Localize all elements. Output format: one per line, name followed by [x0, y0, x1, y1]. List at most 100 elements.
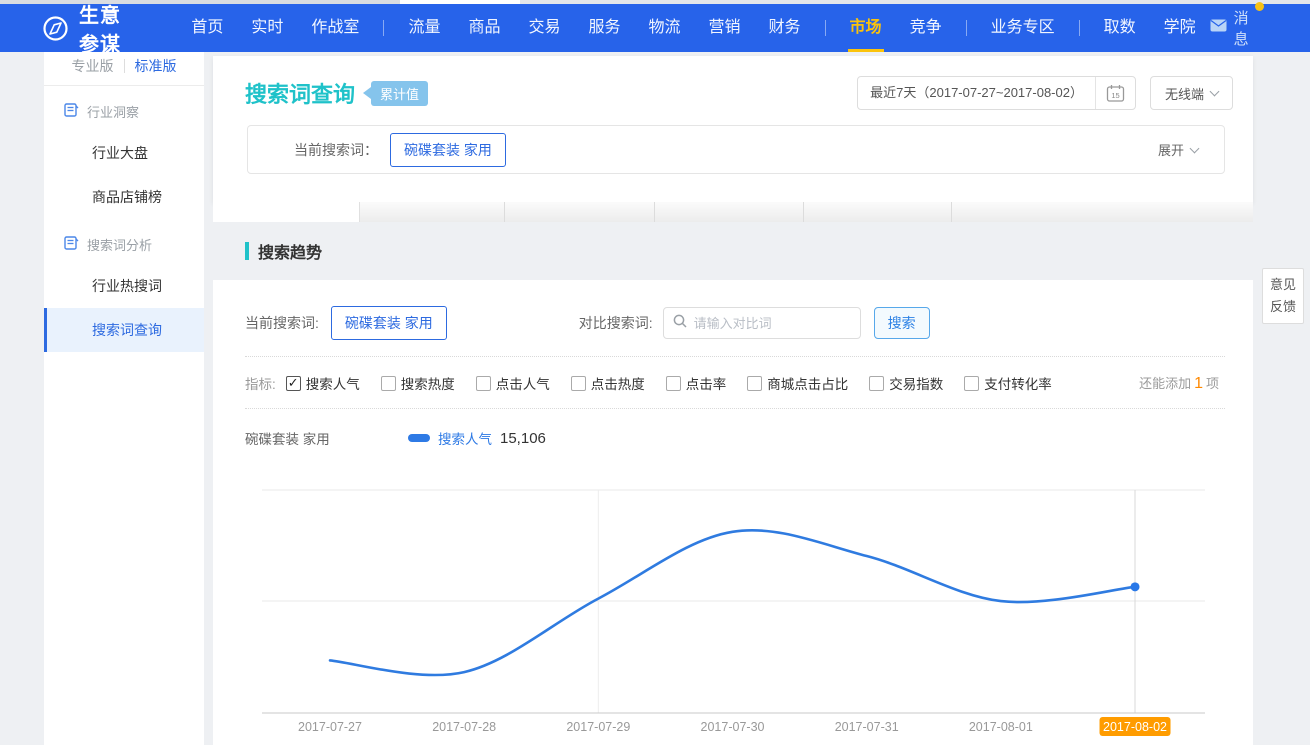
checkbox[interactable] — [747, 376, 762, 391]
hidden-tab-4[interactable] — [655, 202, 804, 222]
version-tab-标准版[interactable]: 标准版 — [125, 56, 187, 76]
feedback-button[interactable]: 意见 反馈 — [1262, 268, 1304, 324]
date-range-picker[interactable]: 最近7天（2017-07-27~2017-08-02） 15 — [857, 76, 1136, 110]
checkbox[interactable] — [869, 376, 884, 391]
terminal-select[interactable]: 无线端 — [1150, 76, 1233, 110]
svg-text:2017-07-27: 2017-07-27 — [298, 720, 362, 734]
metric-checkbox-商城点击占比[interactable]: 商城点击占比 — [747, 373, 848, 393]
nav-item-商品[interactable]: 商品 — [454, 4, 514, 52]
messages-label: 消息 — [1234, 7, 1254, 49]
current-keyword-bar: 当前搜索词： 碗碟套装 家用 展开 — [247, 125, 1225, 174]
trend-current-keyword-chip[interactable]: 碗碟套装 家用 — [331, 306, 447, 340]
nav-item-流量[interactable]: 流量 — [394, 4, 454, 52]
page-header-card: 搜索词查询 累计值 最近7天（2017-07-27~2017-08-02） 15 — [213, 56, 1253, 202]
notification-dot — [1255, 2, 1264, 11]
search-trend-chart[interactable]: 2017-07-27 2017-07-28 2017-07-29 2017-07-30… — [245, 480, 1225, 740]
metrics-row: 指标: 搜索人气 搜索热度 点击人气 点击热度 点击率商城点击占比 交易指数 支付转化率 还… — [213, 368, 1253, 398]
checkbox[interactable] — [476, 376, 491, 391]
nav-item-财务[interactable]: 财务 — [755, 4, 815, 52]
remaining-quota: 还能添加1项 — [1139, 373, 1219, 393]
metric-checkbox-搜索热度[interactable]: 搜索热度 — [381, 373, 455, 393]
divider — [245, 408, 1225, 409]
nav-item-业务专区[interactable]: 业务专区 — [977, 4, 1069, 52]
hidden-tab-3[interactable] — [505, 202, 655, 222]
nav-divider — [825, 20, 826, 36]
metric-checkbox-支付转化率[interactable]: 支付转化率 — [964, 373, 1052, 393]
version-switcher: 专业版标准版 — [44, 52, 204, 86]
nav-item-取数[interactable]: 取数 — [1090, 4, 1150, 52]
nav-item-交易[interactable]: 交易 — [514, 4, 574, 52]
nav-divider — [1079, 20, 1080, 36]
nav-item-学院[interactable]: 学院 — [1150, 4, 1210, 52]
legend-keyword: 碗碟套装 家用 — [245, 428, 395, 448]
hidden-tab-5[interactable] — [804, 202, 952, 222]
nav-item-服务[interactable]: 服务 — [574, 4, 634, 52]
sidebar-item-搜索词查询[interactable]: 搜索词查询 — [44, 308, 204, 352]
svg-text:2017-08-02: 2017-08-02 — [1103, 720, 1167, 734]
nav-item-作战室[interactable]: 作战室 — [297, 4, 373, 52]
svg-text:2017-08-01: 2017-08-01 — [969, 720, 1033, 734]
current-keyword-label: 当前搜索词： — [294, 140, 378, 160]
search-icon — [673, 314, 687, 333]
messages-button[interactable]: 消息 — [1210, 7, 1254, 49]
metric-checkbox-搜索人气[interactable]: 搜索人气 — [286, 373, 360, 393]
calendar-icon[interactable]: 15 — [1095, 77, 1135, 109]
nav-divider — [383, 20, 384, 36]
nav-menu: 首页实时作战室流量商品交易服务物流营销财务市场竞争业务专区取数学院 — [177, 4, 1209, 52]
svg-text:2017-07-28: 2017-07-28 — [432, 720, 496, 734]
legend-metric-value: 15,106 — [500, 430, 546, 447]
sidebar-item-行业大盘[interactable]: 行业大盘 — [44, 131, 204, 175]
metrics-label: 指标: — [245, 373, 276, 393]
sidebar: 专业版标准版 行业洞察行业大盘商品店铺榜搜索词分析行业热搜词搜索词查询 — [44, 52, 204, 745]
svg-text:2017-07-29: 2017-07-29 — [566, 720, 630, 734]
nav-item-竞争[interactable]: 竞争 — [896, 4, 956, 52]
envelope-icon — [1210, 19, 1227, 37]
checkbox[interactable] — [571, 376, 586, 391]
section-title: 搜索趋势 — [258, 239, 322, 263]
expand-toggle[interactable]: 展开 — [1158, 140, 1198, 159]
search-trend-panel: 当前搜索词: 碗碟套装 家用 对比搜索词: 搜索 指标: 搜索人气 搜索热度 点击人… — [213, 280, 1253, 745]
metric-checkbox-点击率[interactable]: 点击率 — [666, 373, 727, 393]
legend-metric-name: 搜索人气 — [438, 428, 492, 448]
checkbox[interactable] — [964, 376, 979, 391]
nav-item-实时[interactable]: 实时 — [237, 4, 297, 52]
main-content: 搜索词查询 累计值 最近7天（2017-07-27~2017-08-02） 15 — [213, 52, 1253, 745]
metric-checkbox-点击人气[interactable]: 点击人气 — [476, 373, 550, 393]
compare-keyword-inputbox — [663, 307, 861, 339]
compass-logo-icon — [42, 15, 69, 42]
checkbox[interactable] — [381, 376, 396, 391]
hidden-tab-1[interactable] — [213, 202, 360, 222]
nav-item-物流[interactable]: 物流 — [635, 4, 695, 52]
sidebar-group-行业洞察: 行业洞察 — [44, 86, 204, 131]
version-tab-专业版[interactable]: 专业版 — [62, 56, 124, 76]
svg-text:2017-07-30: 2017-07-30 — [701, 720, 765, 734]
date-range-value[interactable]: 最近7天（2017-07-27~2017-08-02） — [858, 77, 1095, 109]
metric-checkbox-交易指数[interactable]: 交易指数 — [869, 373, 943, 393]
nav-divider — [966, 20, 967, 36]
hidden-tab-2[interactable] — [360, 202, 505, 222]
hidden-tab-rest[interactable] — [952, 202, 1253, 222]
section-title-row: 搜索趋势 — [213, 222, 1253, 280]
metric-checkbox-点击热度[interactable]: 点击热度 — [571, 373, 645, 393]
compare-keyword-label: 对比搜索词: — [579, 313, 653, 333]
top-navigation: 生意参谋 首页实时作战室流量商品交易服务物流营销财务市场竞争业务专区取数学院 消… — [0, 4, 1310, 52]
chevron-down-icon — [1210, 87, 1220, 97]
sidebar-item-行业热搜词[interactable]: 行业热搜词 — [44, 264, 204, 308]
section-accent-bar — [245, 242, 249, 260]
search-button[interactable]: 搜索 — [874, 307, 930, 339]
brand[interactable]: 生意参谋 — [42, 0, 141, 57]
nav-item-营销[interactable]: 营销 — [695, 4, 755, 52]
checkbox[interactable] — [666, 376, 681, 391]
checkbox[interactable] — [286, 376, 301, 391]
sidebar-group-搜索词分析: 搜索词分析 — [44, 219, 204, 264]
report-icon — [64, 236, 87, 253]
nav-item-市场[interactable]: 市场 — [836, 4, 896, 52]
current-keyword-chip[interactable]: 碗碟套装 家用 — [390, 133, 506, 167]
svg-text:2017-07-31: 2017-07-31 — [835, 720, 899, 734]
trend-current-keyword-label: 当前搜索词: — [245, 313, 319, 333]
sidebar-item-商品店铺榜[interactable]: 商品店铺榜 — [44, 175, 204, 219]
nav-item-首页[interactable]: 首页 — [177, 4, 237, 52]
compare-keyword-input[interactable] — [694, 316, 854, 331]
svg-text:15: 15 — [1111, 91, 1119, 100]
page-title: 搜索词查询 — [245, 77, 355, 109]
